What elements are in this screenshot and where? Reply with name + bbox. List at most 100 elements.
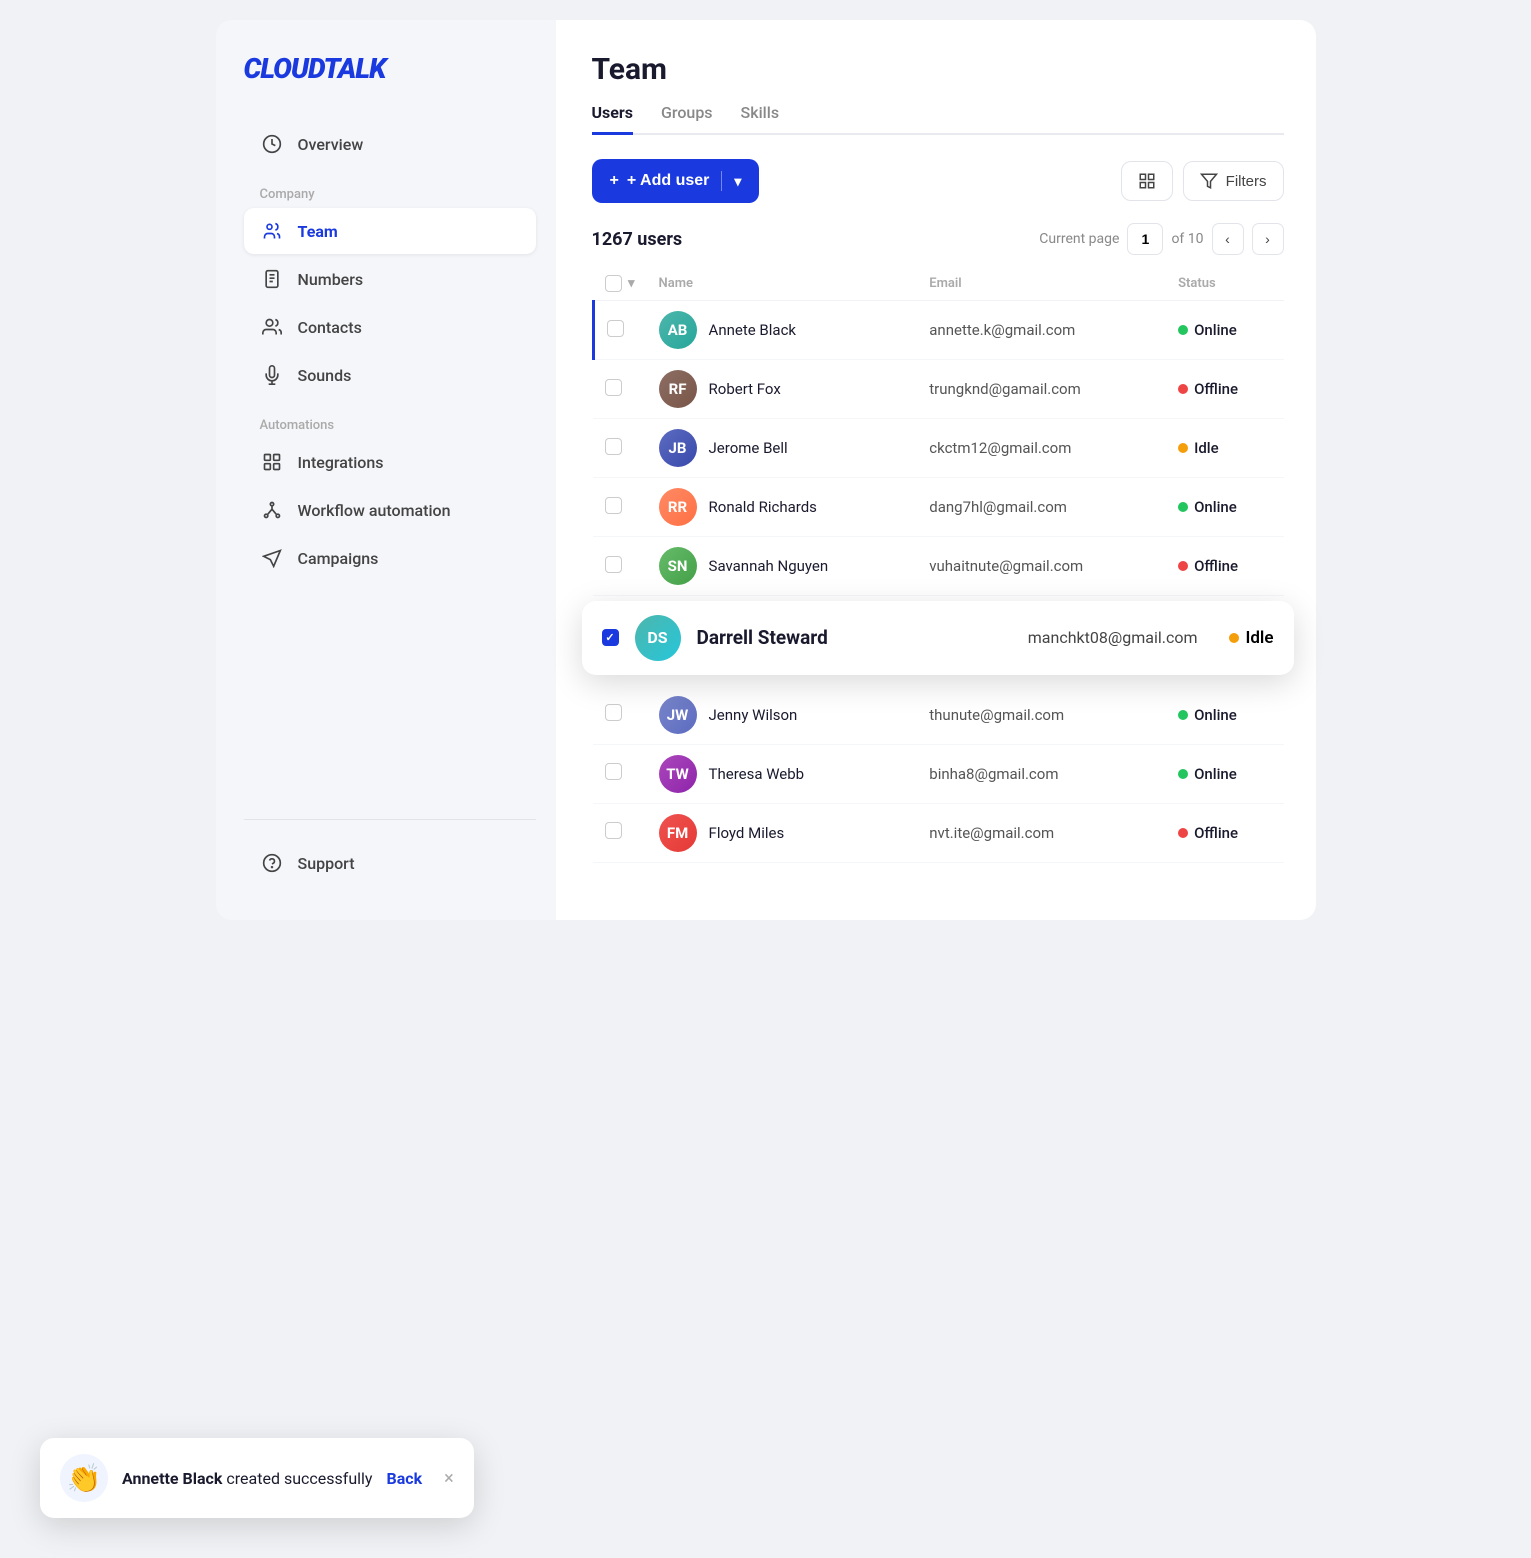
row-email-cell: nvt.ite@gmail.com [917, 803, 1166, 862]
main-content: Team Users Groups Skills + + Add user ▾ [556, 20, 1316, 920]
row-checkbox[interactable] [605, 556, 622, 573]
layout-toggle-button[interactable] [1121, 161, 1173, 201]
users-table: ▾ Name Email Status AB Annete Black [592, 267, 1284, 863]
sidebar-item-workflow[interactable]: Workflow automation [244, 487, 536, 533]
row-status-cell: Online [1166, 478, 1283, 537]
row-email-cell: binha8@gmail.com [917, 744, 1166, 803]
status-dot [1178, 502, 1188, 512]
numbers-icon [260, 267, 284, 291]
contacts-icon [260, 315, 284, 339]
next-page-button[interactable]: › [1252, 223, 1284, 255]
row-checkbox-cell [593, 744, 647, 803]
row-name-cell: TW Theresa Webb [647, 744, 918, 803]
status-dot [1178, 710, 1188, 720]
table-row: TW Theresa Webb binha8@gmail.com Online [593, 744, 1284, 803]
status-dot [1178, 561, 1188, 571]
btn-divider [721, 171, 722, 191]
row-checkbox[interactable] [605, 822, 622, 839]
grid-icon [1138, 172, 1156, 190]
row-status-cell: Online [1166, 301, 1283, 360]
sidebar-item-campaigns[interactable]: Campaigns [244, 535, 536, 581]
user-email: ckctm12@gmail.com [929, 439, 1071, 457]
sidebar-bottom: Support [244, 819, 536, 888]
toast-icon: 👏 [60, 1454, 108, 1502]
status-label: Idle [1194, 439, 1219, 457]
sidebar-item-support[interactable]: Support [244, 840, 536, 886]
floating-row-checkbox[interactable] [602, 629, 619, 646]
user-email: thunute@gmail.com [929, 706, 1064, 724]
tab-groups[interactable]: Groups [661, 103, 713, 135]
user-name: Jerome Bell [709, 439, 788, 457]
user-email: vuhaitnute@gmail.com [929, 557, 1083, 575]
row-checkbox[interactable] [605, 379, 622, 396]
row-email-cell: thunute@gmail.com [917, 686, 1166, 745]
sidebar-item-sounds[interactable]: Sounds [244, 352, 536, 398]
table-wrapper: ▾ Name Email Status AB Annete Black [592, 267, 1284, 863]
sidebar-item-contacts[interactable]: Contacts [244, 304, 536, 350]
page-number-input[interactable] [1127, 223, 1163, 255]
sidebar-item-team[interactable]: Team [244, 208, 536, 254]
row-status-cell: Online [1166, 744, 1283, 803]
user-name: Savannah Nguyen [709, 557, 829, 575]
user-avatar: FM [659, 814, 697, 852]
user-cell: SN Savannah Nguyen [659, 547, 906, 585]
user-email: annette.k@gmail.com [929, 321, 1075, 339]
add-user-button[interactable]: + + Add user ▾ [592, 159, 760, 203]
col-status: Status [1166, 267, 1283, 301]
status-dot [1178, 325, 1188, 335]
sidebar-item-numbers[interactable]: Numbers [244, 256, 536, 302]
select-all-checkbox[interactable] [605, 275, 622, 292]
row-status-cell: Offline [1166, 803, 1283, 862]
toast-notification: 👏 Annette Black created successfully Bac… [40, 1438, 474, 1518]
status-label: Offline [1194, 824, 1238, 842]
integrations-icon [260, 450, 284, 474]
toolbar-right: Filters [1121, 161, 1284, 201]
sidebar: CLOUDTALK Overview Company [216, 20, 556, 920]
tab-users[interactable]: Users [592, 103, 633, 135]
row-checkbox[interactable] [607, 320, 624, 337]
row-checkbox[interactable] [605, 438, 622, 455]
user-cell: FM Floyd Miles [659, 814, 906, 852]
status-dot [1178, 443, 1188, 453]
user-avatar: TW [659, 755, 697, 793]
users-count: 1267 users [592, 229, 683, 250]
workflow-icon [260, 498, 284, 522]
toast-back-button[interactable]: Back [387, 1469, 423, 1488]
add-icon: + [610, 172, 619, 190]
row-checkbox[interactable] [605, 704, 622, 721]
page-title: Team [592, 52, 1284, 87]
col-email: Email [917, 267, 1166, 301]
status-dot [1178, 769, 1188, 779]
tab-skills[interactable]: Skills [741, 103, 780, 135]
app-logo: CLOUDTALK [244, 52, 536, 85]
user-cell: JB Jerome Bell [659, 429, 906, 467]
status-label: Offline [1194, 380, 1238, 398]
sidebar-item-integrations[interactable]: Integrations [244, 439, 536, 485]
status-badge: Offline [1178, 824, 1271, 842]
status-label: Online [1194, 765, 1237, 783]
row-checkbox[interactable] [605, 497, 622, 514]
status-label: Offline [1194, 557, 1238, 575]
user-cell: TW Theresa Webb [659, 755, 906, 793]
user-avatar: SN [659, 547, 697, 585]
sidebar-item-contacts-label: Contacts [298, 318, 362, 337]
row-name-cell: RR Ronald Richards [647, 478, 918, 537]
col-checkbox: ▾ [593, 267, 647, 301]
floating-row-status-dot [1229, 633, 1239, 643]
toast-close-button[interactable]: × [444, 1468, 454, 1489]
table-body: AB Annete Black annette.k@gmail.com Onli… [593, 301, 1284, 863]
status-badge: Idle [1178, 439, 1271, 457]
status-label: Online [1194, 321, 1237, 339]
row-checkbox[interactable] [605, 763, 622, 780]
row-checkbox-cell [593, 360, 647, 419]
row-email-cell: vuhaitnute@gmail.com [917, 537, 1166, 596]
filters-button[interactable]: Filters [1183, 161, 1284, 201]
overview-icon [260, 132, 284, 156]
user-email: nvt.ite@gmail.com [929, 824, 1054, 842]
table-row: RF Robert Fox trungknd@gamail.com Offlin… [593, 360, 1284, 419]
prev-page-button[interactable]: ‹ [1212, 223, 1244, 255]
sidebar-item-overview[interactable]: Overview [244, 121, 536, 167]
sidebar-section-automations: Automations [244, 400, 536, 439]
user-name: Annete Black [709, 321, 797, 339]
chevron-down-icon: ▾ [734, 173, 741, 190]
